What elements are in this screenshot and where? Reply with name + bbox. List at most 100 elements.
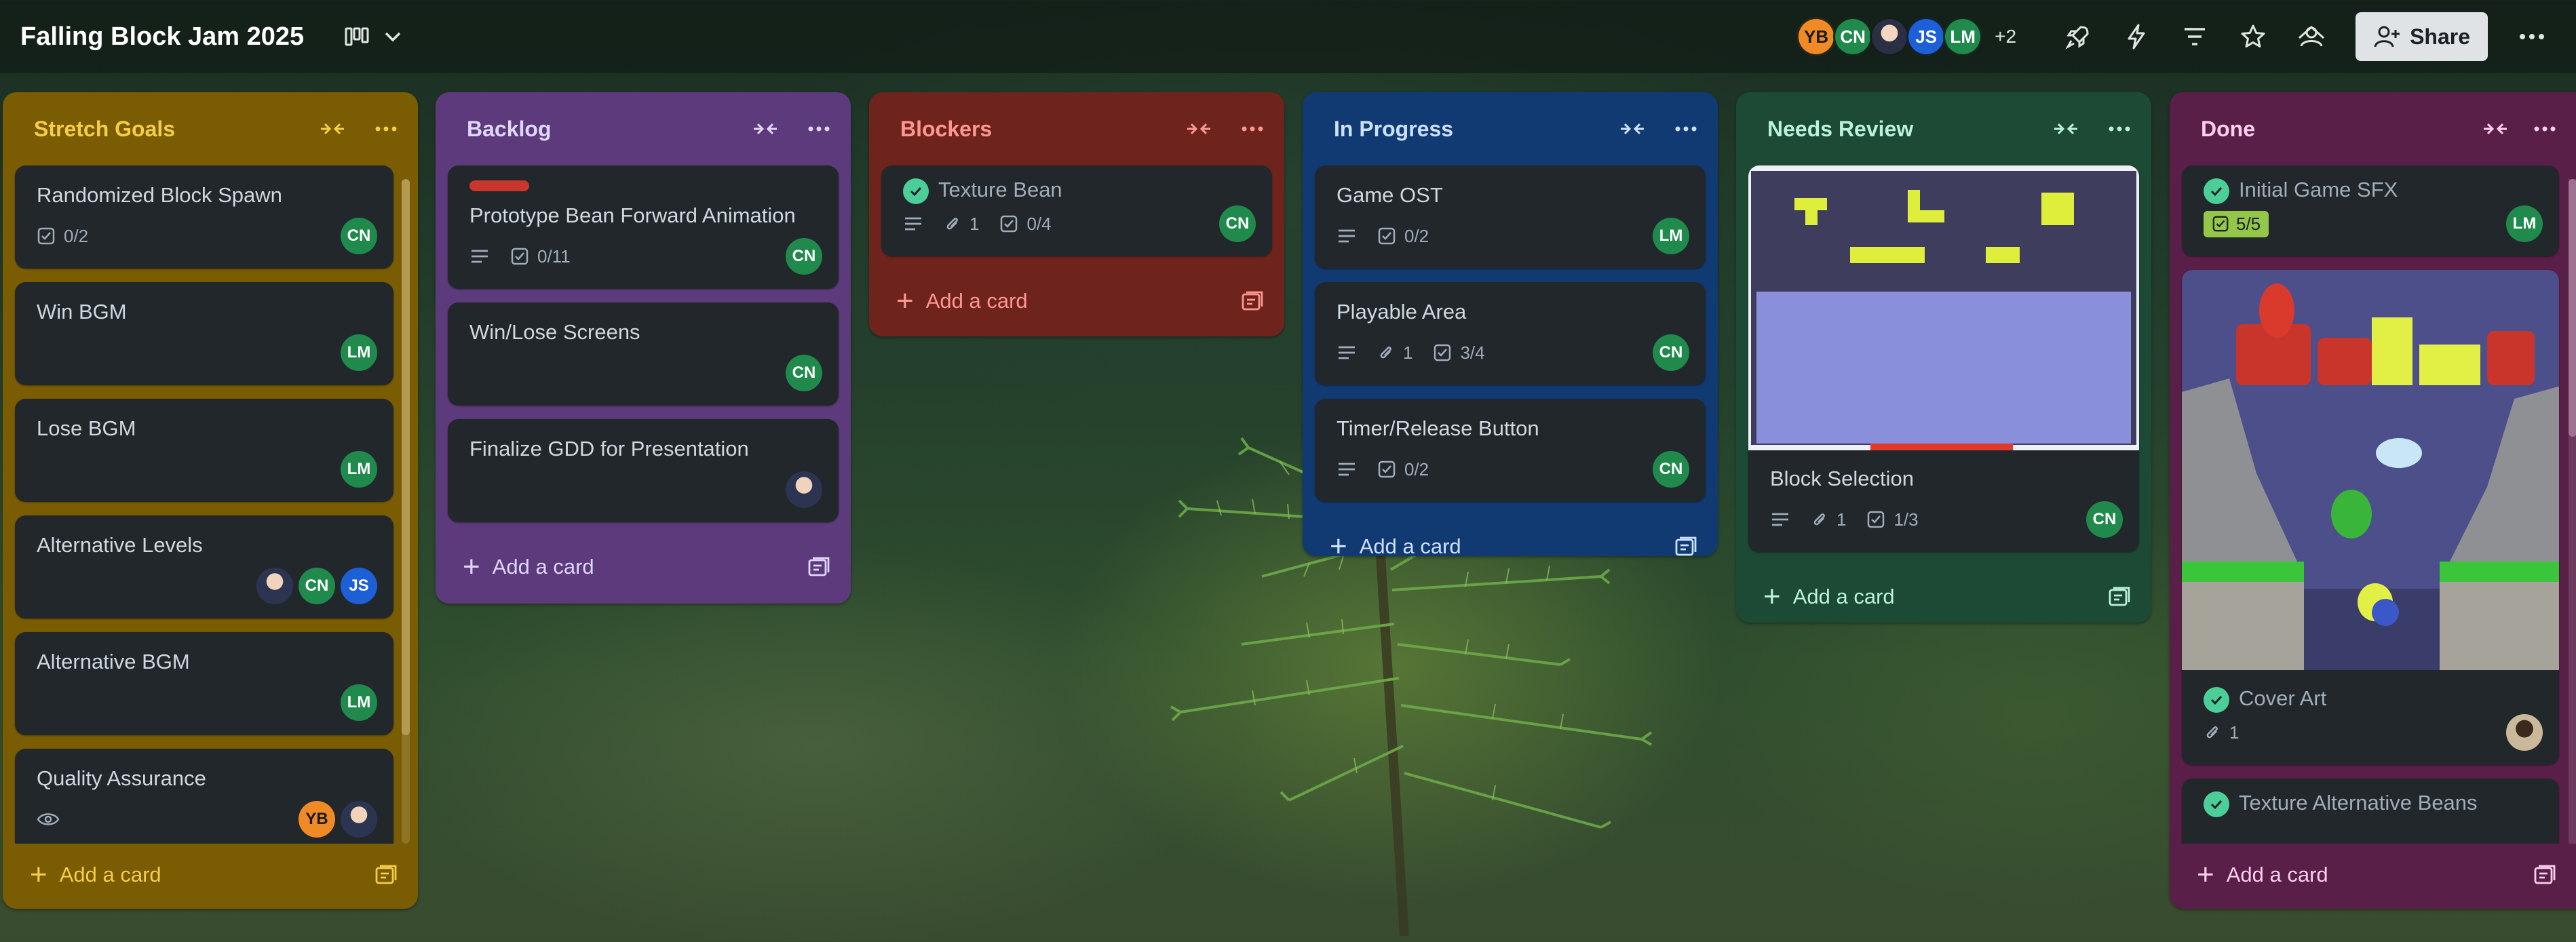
filter-icon	[2185, 28, 2206, 45]
card[interactable]: Game OST 0/2 LM	[1315, 165, 1706, 269]
member-avatar[interactable]: JS	[1906, 17, 1946, 56]
card[interactable]: Lose BGM LM	[15, 399, 393, 502]
card[interactable]: Prototype Bean Forward Animation 0/11 CN	[448, 165, 839, 289]
card-member-avatar[interactable]: LM	[1653, 218, 1689, 254]
card-member-avatar[interactable]: CN	[2086, 501, 2123, 538]
card-template-icon[interactable]	[2108, 586, 2131, 608]
list-needs-review[interactable]: Needs Review Block Selection 1 1/3 CN + …	[1736, 92, 2151, 623]
list-title[interactable]: Needs Review	[1767, 117, 1913, 142]
more-members-count[interactable]: +2	[1995, 26, 2016, 47]
list-blockers[interactable]: Blockers Texture Bean 1 0/4 CN + Add a c…	[869, 92, 1284, 336]
list-title[interactable]: Blockers	[900, 117, 992, 142]
card-template-icon[interactable]	[807, 556, 830, 578]
card-member-avatar[interactable]	[786, 471, 822, 508]
card-member-avatar[interactable]	[256, 568, 293, 604]
card-member-avatar[interactable]: LM	[2506, 205, 2543, 242]
card-member-avatar[interactable]: CN	[786, 355, 822, 391]
board-menu-button[interactable]	[2508, 13, 2556, 60]
views-switcher[interactable]	[345, 26, 402, 47]
collapse-list-icon[interactable]	[1185, 119, 1212, 138]
add-card-button[interactable]: + Add a card	[1303, 515, 1718, 578]
list-scrollbar[interactable]	[402, 179, 410, 844]
list-menu-icon[interactable]	[1241, 125, 1264, 132]
card-template-icon[interactable]	[2533, 864, 2556, 886]
collapse-list-icon[interactable]	[2052, 119, 2079, 138]
complete-check-icon[interactable]	[903, 178, 929, 204]
member-avatar[interactable]: CN	[1833, 17, 1873, 56]
card-template-icon[interactable]	[1241, 290, 1264, 312]
card-member-avatar[interactable]: JS	[341, 568, 377, 604]
power-ups-button[interactable]	[2054, 13, 2102, 60]
add-card-button[interactable]: + Add a card	[869, 270, 1284, 332]
add-card-button[interactable]: + Add a card	[436, 536, 851, 598]
add-card-button[interactable]: + Add a card	[2170, 844, 2576, 906]
list-backlog[interactable]: Backlog Prototype Bean Forward Animation…	[436, 92, 851, 604]
list-title[interactable]: Backlog	[467, 117, 551, 142]
automation-button[interactable]	[2113, 13, 2160, 60]
card[interactable]: Quality Assurance YB	[15, 749, 393, 844]
list-title[interactable]: Stretch Goals	[34, 117, 175, 142]
card-member-avatar[interactable]: CN	[341, 218, 377, 254]
collapse-list-icon[interactable]	[1619, 119, 1646, 138]
card-template-icon[interactable]	[1674, 536, 1697, 557]
collapse-list-icon[interactable]	[752, 119, 779, 138]
add-card-button[interactable]: + Add a card	[3, 844, 418, 906]
card-title: Win BGM	[37, 300, 127, 323]
card-member-avatar[interactable]: CN	[1653, 334, 1689, 371]
card-member-avatar[interactable]: CN	[786, 238, 822, 275]
collapse-list-icon[interactable]	[2482, 119, 2509, 138]
card-member-avatar[interactable]: LM	[341, 684, 377, 721]
card[interactable]: Cover Art 1	[2182, 270, 2559, 765]
add-card-button[interactable]: + Add a card	[1736, 566, 2151, 628]
list-menu-icon[interactable]	[807, 125, 830, 132]
card[interactable]: Texture Bean 1 0/4 CN	[881, 165, 1272, 256]
card[interactable]: Timer/Release Button 0/2 CN	[1315, 399, 1706, 502]
checklist-count: 0/2	[64, 225, 89, 246]
member-avatar[interactable]: LM	[1943, 17, 1983, 56]
list-menu-icon[interactable]	[2108, 125, 2131, 132]
card[interactable]: Block Selection 1 1/3 CN	[1748, 165, 2139, 552]
card-member-avatar[interactable]	[2506, 714, 2543, 751]
card[interactable]: Alternative Levels CN JS	[15, 515, 393, 619]
list-menu-icon[interactable]	[1674, 125, 1697, 132]
share-button[interactable]: Share	[2356, 12, 2488, 61]
star-button[interactable]	[2229, 13, 2277, 60]
attachment-badge: 1	[1811, 509, 1846, 530]
list-scrollbar[interactable]	[2569, 179, 2576, 844]
card[interactable]: Win/Lose Screens CN	[448, 302, 839, 406]
board-title[interactable]: Falling Block Jam 2025	[20, 22, 304, 52]
card[interactable]: Win BGM LM	[15, 282, 393, 385]
card[interactable]: Initial Game SFX 5/5 LM	[2182, 165, 2559, 256]
complete-check-icon[interactable]	[2204, 686, 2229, 713]
member-avatar[interactable]	[1870, 17, 1910, 56]
checklist-icon	[37, 227, 55, 245]
list-in-progress[interactable]: In Progress Game OST 0/2 LM Playable Are…	[1303, 92, 1718, 562]
card-member-avatar[interactable]: LM	[341, 334, 377, 371]
member-avatar[interactable]: YB	[1796, 17, 1837, 56]
card-member-avatar[interactable]	[341, 801, 377, 838]
list-done[interactable]: Done Initial Game SFX 5/5 LM Cover Art 1…	[2170, 92, 2576, 909]
list-menu-icon[interactable]	[374, 125, 398, 132]
card[interactable]: Alternative BGM LM	[15, 632, 393, 735]
complete-check-icon[interactable]	[2204, 791, 2229, 817]
complete-check-icon[interactable]	[2204, 178, 2229, 204]
card-member-avatar[interactable]: CN	[299, 568, 335, 604]
card-template-icon[interactable]	[374, 864, 398, 886]
card-member-avatar[interactable]: LM	[341, 451, 377, 488]
card[interactable]: Finalize GDD for Presentation	[448, 419, 839, 522]
collapse-list-icon[interactable]	[319, 119, 346, 138]
list-title[interactable]: Done	[2201, 117, 2255, 142]
card[interactable]: Randomized Block Spawn 0/2 CN	[15, 165, 393, 269]
list-title[interactable]: In Progress	[1334, 117, 1453, 142]
card-member-avatar[interactable]: CN	[1219, 205, 1256, 242]
card-member-avatar[interactable]: CN	[1653, 451, 1689, 488]
list-menu-icon[interactable]	[2533, 125, 2556, 132]
board-members[interactable]: YB CN JS LM +2	[1796, 17, 2016, 56]
card-member-avatar[interactable]: YB	[299, 801, 335, 838]
visibility-button[interactable]	[2288, 13, 2335, 60]
list-stretch-goals[interactable]: Stretch Goals Randomized Block Spawn 0/2…	[3, 92, 418, 909]
card[interactable]: Texture Alternative Beans	[2182, 779, 2559, 844]
card[interactable]: Playable Area 1 3/4 CN	[1315, 282, 1706, 385]
filter-button[interactable]	[2171, 13, 2218, 60]
card-label-red[interactable]	[469, 180, 529, 191]
